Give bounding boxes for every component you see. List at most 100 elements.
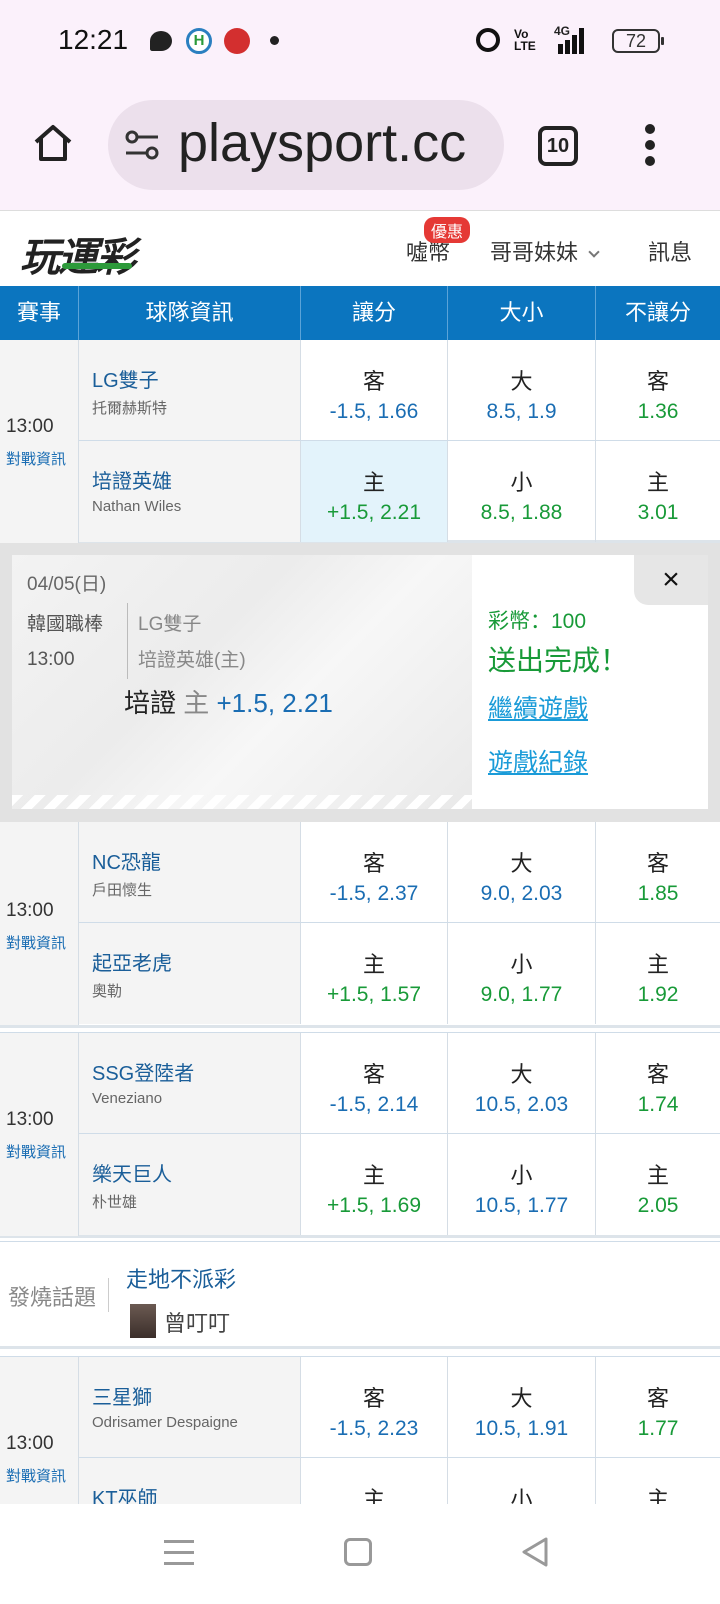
- total-value: 8.5, 1.88: [480, 501, 563, 524]
- col-moneyline: 不讓分: [624, 300, 691, 325]
- game-time: 13:00: [6, 1109, 54, 1130]
- game-time-cell: 13:00 對戰資訊: [0, 340, 79, 543]
- total-odds[interactable]: 大 10.5, 2.03: [448, 1033, 596, 1133]
- site-settings-icon[interactable]: [124, 128, 160, 162]
- total-value: 9.0, 1.77: [480, 983, 563, 1006]
- moneyline-odds[interactable]: 主 3.01: [596, 441, 720, 542]
- moneyline-odds[interactable]: 主 2.05: [596, 1134, 720, 1235]
- game-time: 13:00: [6, 900, 54, 921]
- hot-topic-title[interactable]: 走地不派彩: [126, 1262, 236, 1294]
- moneyline-odds[interactable]: 客 1.77: [596, 1357, 720, 1457]
- matchup-info-link[interactable]: 對戰資訊: [6, 448, 66, 469]
- team-name: 培證英雄: [92, 471, 172, 493]
- moneyline-value: 3.01: [637, 501, 679, 524]
- pitcher-name: Nathan Wiles: [92, 498, 182, 515]
- spread-value: +1.5, 1.69: [327, 1194, 421, 1217]
- pitcher-name: Odrisamer Despaigne: [92, 1414, 238, 1431]
- avatar: [130, 1304, 156, 1338]
- ticket-home-team: 培證英雄(主): [138, 650, 246, 671]
- ticket-time: 13:00: [27, 649, 75, 670]
- total-odds[interactable]: 大 8.5, 1.9: [448, 340, 596, 440]
- overflow-menu-icon[interactable]: [644, 124, 656, 168]
- total-odds[interactable]: 小 9.0, 1.77: [448, 923, 596, 1024]
- game-history-link[interactable]: 遊戲紀錄: [488, 743, 588, 779]
- moneyline-odds[interactable]: 主 1.92: [596, 923, 720, 1024]
- app-h-icon: H: [186, 28, 212, 54]
- total-odds[interactable]: 小 10.5, 1.77: [448, 1134, 596, 1235]
- volte-icon: Vo LTE: [514, 27, 536, 53]
- spread-side: 客: [362, 369, 385, 394]
- total-value: 10.5, 1.91: [474, 1417, 569, 1440]
- home-nav-icon[interactable]: [344, 1538, 372, 1566]
- matchup-info-link[interactable]: 對戰資訊: [6, 1141, 66, 1162]
- hot-topic-divider: [108, 1278, 109, 1312]
- spread-side: 主: [362, 470, 385, 495]
- spread-odds[interactable]: 主 +1.5, 1.57: [301, 923, 448, 1024]
- spread-side: 客: [362, 851, 385, 876]
- moneyline-side: 主: [646, 952, 669, 977]
- team-cell[interactable]: NC恐龍 戶田懷生: [79, 822, 301, 922]
- coin-amount: 彩幣：100: [488, 610, 587, 633]
- spread-odds-selected[interactable]: 主 +1.5, 2.21: [301, 441, 448, 542]
- ticket-league: 韓國職棒: [27, 614, 104, 635]
- user-menu[interactable]: 哥哥妹妹: [490, 235, 600, 267]
- pitcher-name: 戶田懷生: [92, 882, 153, 899]
- pick-team: 培證: [124, 688, 177, 718]
- spread-odds[interactable]: 客 -1.5, 2.37: [301, 822, 448, 922]
- ticket-away-team: LG雙子: [138, 614, 202, 635]
- messages-link[interactable]: 訊息: [648, 235, 692, 267]
- total-odds[interactable]: 小 8.5, 1.88: [448, 441, 596, 542]
- user-name: 哥哥妹妹: [490, 240, 579, 265]
- recent-apps-icon[interactable]: [164, 1540, 194, 1566]
- close-icon[interactable]: ×: [634, 555, 708, 605]
- site-header: 玩運彩 噓幣 優惠 哥哥妹妹 訊息: [0, 210, 720, 286]
- back-icon[interactable]: [520, 1536, 550, 1568]
- home-icon[interactable]: [32, 122, 74, 164]
- matchup-info-link[interactable]: 對戰資訊: [6, 932, 66, 953]
- address-bar[interactable]: playsport.cc: [108, 100, 504, 190]
- col-event: 賽事: [0, 286, 79, 340]
- url-text: playsport.cc: [178, 113, 467, 173]
- hot-topic-author[interactable]: 曾叮叮: [164, 1306, 230, 1338]
- hot-topic-banner[interactable]: 發燒話題 走地不派彩 曾叮叮: [0, 1241, 720, 1349]
- tab-switcher-button[interactable]: 10: [538, 126, 578, 166]
- moneyline-side: 客: [646, 1062, 669, 1087]
- spread-odds[interactable]: 客 -1.5, 2.23: [301, 1357, 448, 1457]
- pick-value: +1.5, 2.21: [216, 688, 333, 718]
- spread-odds[interactable]: 主 +1.5, 1.69: [301, 1134, 448, 1235]
- matchup-info-link[interactable]: 對戰資訊: [6, 1465, 66, 1486]
- message-icon: [150, 31, 172, 51]
- signal-icon: 4G: [546, 24, 584, 54]
- spread-odds[interactable]: 客 -1.5, 1.66: [301, 340, 448, 440]
- alarm-icon: [476, 28, 500, 52]
- continue-game-link[interactable]: 繼續遊戲: [488, 689, 588, 725]
- team-cell[interactable]: 三星獅 Odrisamer Despaigne: [79, 1357, 301, 1457]
- pitcher-name: 朴世雄: [92, 1194, 138, 1211]
- app-red-icon: [224, 28, 250, 54]
- spread-odds[interactable]: 客 -1.5, 2.14: [301, 1033, 448, 1133]
- moneyline-odds[interactable]: 客 1.36: [596, 340, 720, 440]
- chevron-down-icon: [588, 246, 600, 258]
- team-cell[interactable]: 培證英雄 Nathan Wiles: [79, 441, 301, 542]
- bet-ticket: 04/05(日) 韓國職棒 13:00 LG雙子 培證英雄(主) 培證 主 +1…: [12, 555, 708, 809]
- moneyline-side: 主: [646, 470, 669, 495]
- team-name: LG雙子: [92, 370, 159, 392]
- site-logo[interactable]: 玩運彩: [20, 225, 136, 283]
- spread-value: -1.5, 1.66: [329, 400, 419, 423]
- spread-value: +1.5, 1.57: [327, 983, 421, 1006]
- team-cell[interactable]: SSG登陸者 Veneziano: [79, 1033, 301, 1133]
- team-row: 起亞老虎 奧勒 主 +1.5, 1.57 小 9.0, 1.77 主 1.92: [79, 923, 720, 1024]
- hot-topic-label: 發燒話題: [8, 1285, 97, 1310]
- total-odds[interactable]: 大 10.5, 1.91: [448, 1357, 596, 1457]
- moneyline-odds[interactable]: 客 1.85: [596, 822, 720, 922]
- spread-side: 客: [362, 1062, 385, 1087]
- moneyline-value: 2.05: [637, 1194, 679, 1217]
- team-cell[interactable]: LG雙子 托爾赫斯特: [79, 340, 301, 440]
- team-cell[interactable]: 起亞老虎 奧勒: [79, 923, 301, 1024]
- more-notifications-icon: [270, 36, 279, 45]
- moneyline-odds[interactable]: 客 1.74: [596, 1033, 720, 1133]
- total-odds[interactable]: 大 9.0, 2.03: [448, 822, 596, 922]
- ticket-divider: [127, 603, 128, 679]
- team-cell[interactable]: 樂天巨人 朴世雄: [79, 1134, 301, 1235]
- battery-icon: 72: [612, 29, 664, 53]
